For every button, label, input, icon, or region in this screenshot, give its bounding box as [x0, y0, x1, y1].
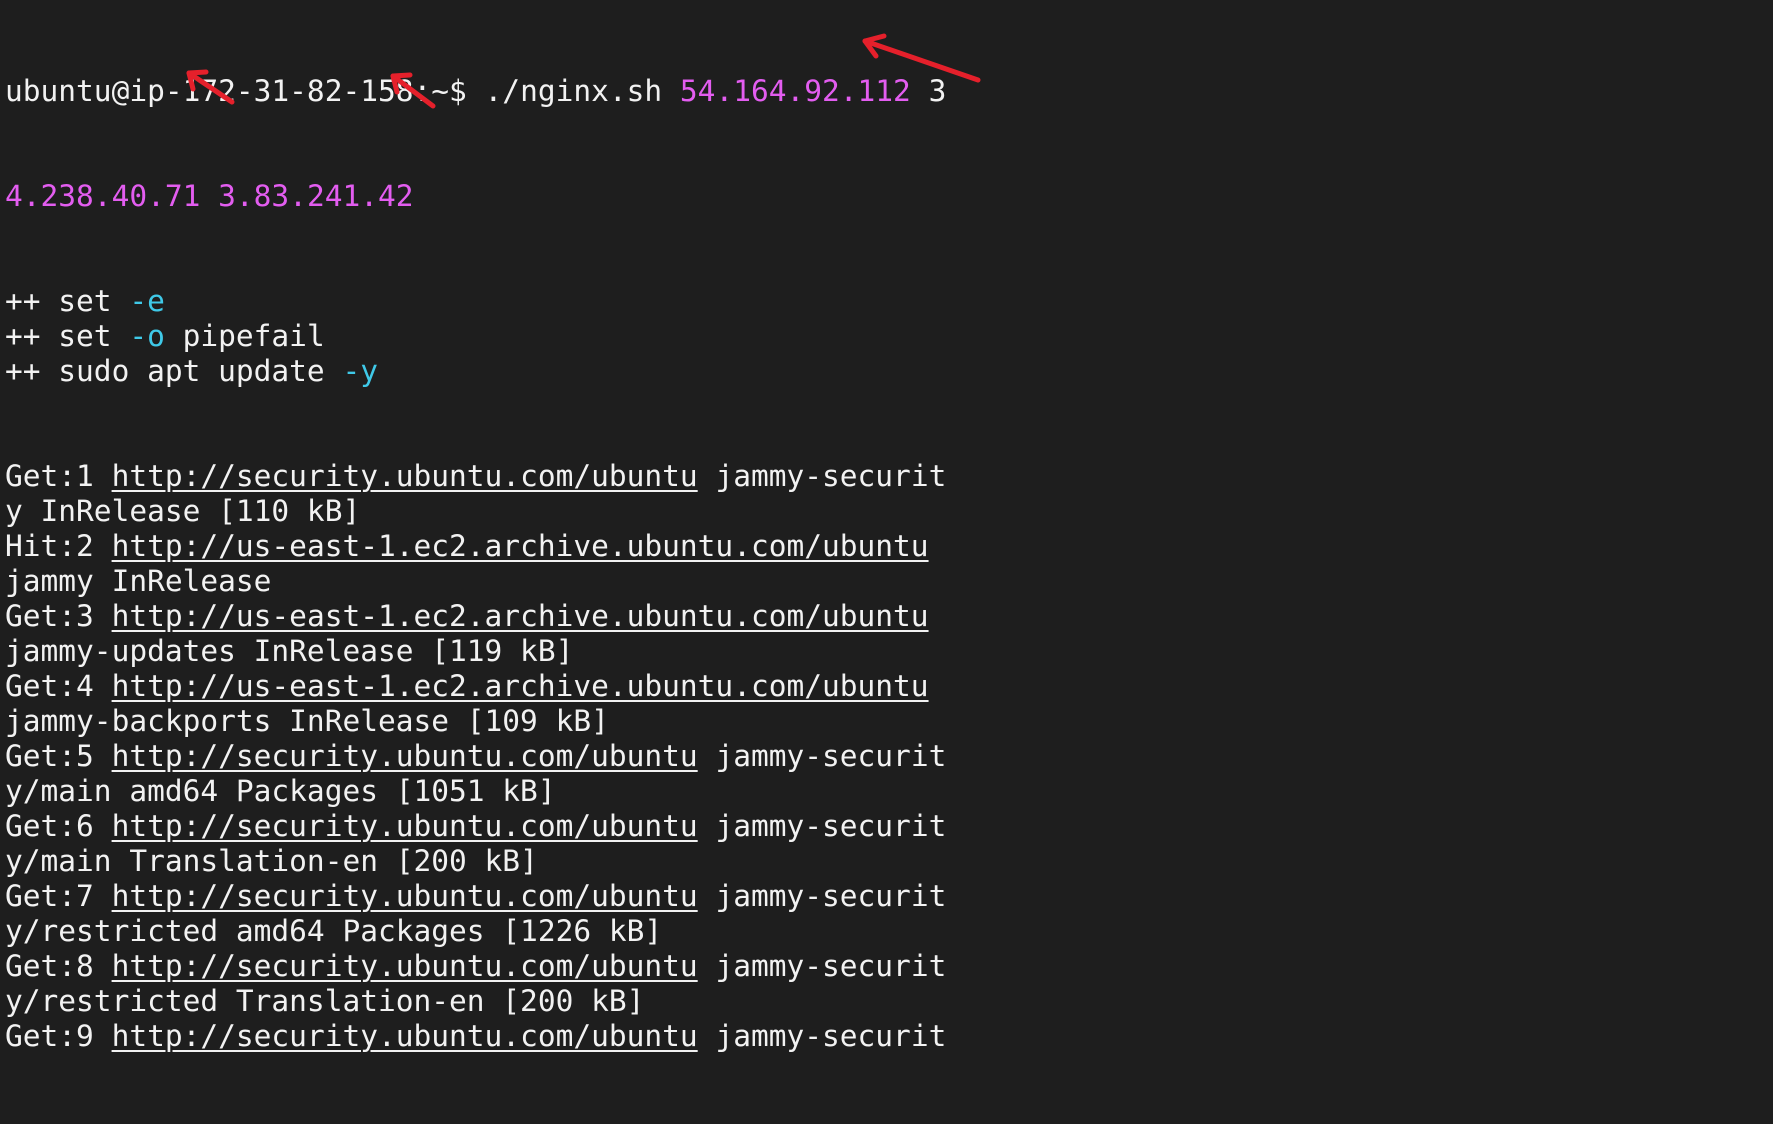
- apt-details: y/restricted Translation-en [200 kB]: [5, 984, 645, 1018]
- trace-command: ++ sudo apt update: [5, 354, 343, 388]
- apt-line: Get:9 http://security.ubuntu.com/ubuntu …: [5, 1019, 946, 1054]
- apt-details: y/main Translation-en [200 kB]: [5, 844, 538, 878]
- apt-status-tag: Get:5: [5, 739, 112, 773]
- apt-repo-link[interactable]: http://security.ubuntu.com/ubuntu: [112, 949, 698, 983]
- apt-suite: jammy-securit: [697, 949, 947, 983]
- apt-line: Get:3 http://us-east-1.ec2.archive.ubunt…: [5, 599, 946, 634]
- prompt-line: ubuntu@ip-172-31-82-158:~$ ./nginx.sh 54…: [5, 74, 946, 109]
- argument-separator: [200, 179, 218, 213]
- apt-repo-link[interactable]: http://us-east-1.ec2.archive.ubuntu.com/…: [112, 669, 929, 703]
- shell-prompt: ubuntu@ip-172-31-82-158:~$: [5, 74, 485, 108]
- apt-suite: jammy-securit: [697, 809, 947, 843]
- terminal-output[interactable]: ubuntu@ip-172-31-82-158:~$ ./nginx.sh 54…: [5, 4, 946, 1124]
- apt-status-tag: Get:8: [5, 949, 112, 983]
- trace-flag: -y: [342, 354, 378, 388]
- apt-suite: jammy-securit: [697, 739, 947, 773]
- apt-wrap-line: y/main Translation-en [200 kB]: [5, 844, 946, 879]
- apt-line: Get:5 http://security.ubuntu.com/ubuntu …: [5, 739, 946, 774]
- apt-details: y/main amd64 Packages [1051 kB]: [5, 774, 556, 808]
- trace-output: ++ set -e ++ set -o pipefail ++ sudo apt u…: [5, 284, 946, 389]
- trace-command: ++ set: [5, 319, 130, 353]
- trace-line: ++ set -e: [5, 284, 946, 319]
- apt-wrap-line: y InRelease [110 kB]: [5, 494, 946, 529]
- argument-ip-1: 54.164.92.112: [679, 74, 911, 108]
- apt-line: Get:4 http://us-east-1.ec2.archive.ubunt…: [5, 669, 946, 704]
- apt-status-tag: Get:4: [5, 669, 112, 703]
- apt-status-tag: Get:9: [5, 1019, 112, 1053]
- apt-repo-link[interactable]: http://security.ubuntu.com/ubuntu: [112, 879, 698, 913]
- apt-details: jammy InRelease: [5, 564, 272, 598]
- apt-details: jammy-backports InRelease [109 kB]: [5, 704, 609, 738]
- apt-line: Get:1 http://security.ubuntu.com/ubuntu …: [5, 459, 946, 494]
- apt-line: Get:7 http://security.ubuntu.com/ubuntu …: [5, 879, 946, 914]
- apt-details: jammy-updates InRelease [119 kB]: [5, 634, 574, 668]
- trace-line: ++ set -o pipefail: [5, 319, 946, 354]
- apt-output: Get:1 http://security.ubuntu.com/ubuntu …: [5, 459, 946, 1054]
- apt-suite: jammy-securit: [697, 459, 947, 493]
- apt-details: y/restricted amd64 Packages [1226 kB]: [5, 914, 663, 948]
- argument-ip-2-start: 3: [910, 74, 947, 108]
- apt-wrap-line: jammy-backports InRelease [109 kB]: [5, 704, 946, 739]
- argument-ip-2-end: 4.238.40.71: [5, 179, 201, 213]
- apt-suite: jammy-securit: [697, 879, 947, 913]
- apt-repo-link[interactable]: http://us-east-1.ec2.archive.ubuntu.com/…: [112, 599, 929, 633]
- apt-status-tag: Get:6: [5, 809, 112, 843]
- apt-status-tag: Get:7: [5, 879, 112, 913]
- apt-status-tag: Hit:2: [5, 529, 112, 563]
- apt-repo-link[interactable]: http://security.ubuntu.com/ubuntu: [112, 739, 698, 773]
- apt-repo-link[interactable]: http://security.ubuntu.com/ubuntu: [112, 459, 698, 493]
- apt-line: Get:8 http://security.ubuntu.com/ubuntu …: [5, 949, 946, 984]
- apt-wrap-line: jammy InRelease: [5, 564, 946, 599]
- trace-command: ++ set: [5, 284, 130, 318]
- apt-suite: jammy-securit: [697, 1019, 947, 1053]
- apt-repo-link[interactable]: http://us-east-1.ec2.archive.ubuntu.com/…: [112, 529, 929, 563]
- apt-line: Get:6 http://security.ubuntu.com/ubuntu …: [5, 809, 946, 844]
- trace-flag: -o: [129, 319, 165, 353]
- apt-repo-link[interactable]: http://security.ubuntu.com/ubuntu: [112, 809, 698, 843]
- command-name: ./nginx.sh: [484, 74, 680, 108]
- apt-details: y InRelease [110 kB]: [5, 494, 361, 528]
- apt-repo-link[interactable]: http://security.ubuntu.com/ubuntu: [112, 1019, 698, 1053]
- apt-wrap-line: jammy-updates InRelease [119 kB]: [5, 634, 946, 669]
- apt-status-tag: Get:3: [5, 599, 112, 633]
- argument-ip-3: 3.83.241.42: [218, 179, 414, 213]
- trace-flag: -e: [129, 284, 165, 318]
- apt-wrap-line: y/restricted amd64 Packages [1226 kB]: [5, 914, 946, 949]
- trace-argument: pipefail: [164, 319, 325, 353]
- apt-status-tag: Get:1: [5, 459, 112, 493]
- prompt-wrap-line: 4.238.40.71 3.83.241.42: [5, 179, 946, 214]
- apt-wrap-line: y/main amd64 Packages [1051 kB]: [5, 774, 946, 809]
- apt-wrap-line: y/restricted Translation-en [200 kB]: [5, 984, 946, 1019]
- terminal-window[interactable]: ubuntu@ip-172-31-82-158:~$ ./nginx.sh 54…: [0, 0, 1773, 1053]
- apt-line: Hit:2 http://us-east-1.ec2.archive.ubunt…: [5, 529, 946, 564]
- trace-line: ++ sudo apt update -y: [5, 354, 946, 389]
